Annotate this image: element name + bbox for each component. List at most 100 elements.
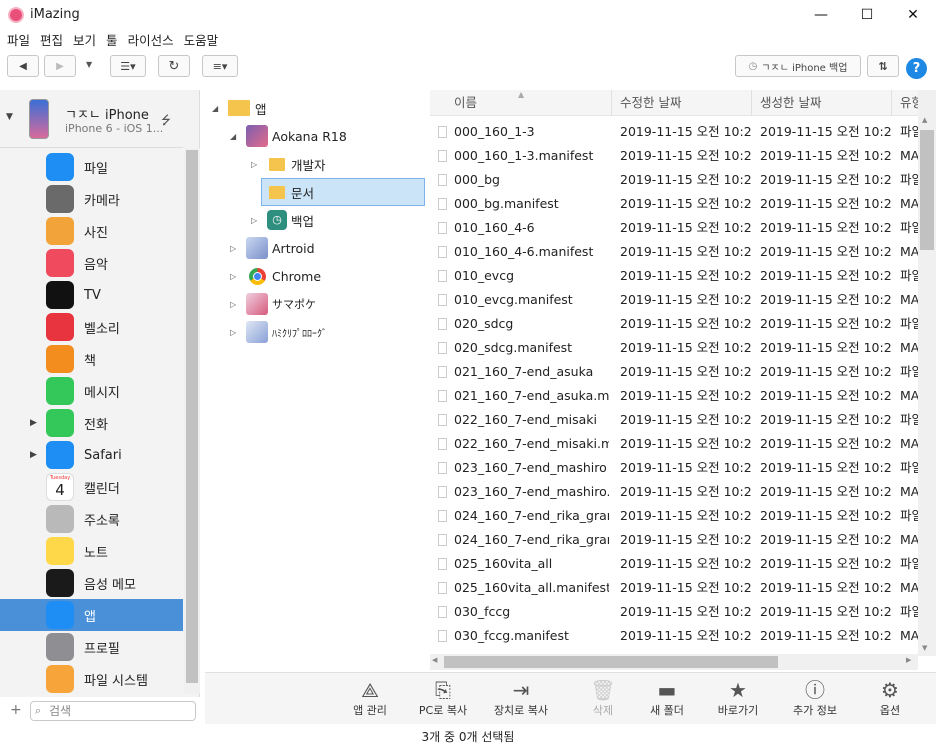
file-row[interactable]: 020_sdcg.manifest 2019-11-15 오전 10:2... 20… — [430, 336, 920, 360]
column-created[interactable]: 생성한 날짜 — [752, 90, 892, 116]
file-row[interactable]: 010_160_4-6 2019-11-15 오전 10:2... 2019-11-… — [430, 216, 920, 240]
tree-node-developer[interactable]: ▷ 개발자 — [205, 152, 430, 176]
vertical-scroll-thumb[interactable] — [920, 130, 934, 250]
file-row[interactable]: 020_sdcg 2019-11-15 오전 10:2... 2019-11-15 … — [430, 312, 920, 336]
file-row[interactable]: 025_160vita_all 2019-11-15 오전 10:2... 2019… — [430, 552, 920, 576]
menu-tools[interactable]: 툴 — [101, 30, 123, 52]
expand-caret-icon[interactable]: ▷ — [251, 160, 257, 169]
expand-caret-icon[interactable]: ▷ — [230, 300, 236, 309]
file-row[interactable]: 021_160_7-end_asuka 2019-11-15 오전 10:2...… — [430, 360, 920, 384]
refresh-button[interactable]: ↻ — [158, 55, 190, 77]
sidebar-item[interactable]: 음악 — [0, 247, 183, 279]
expand-caret-icon[interactable]: ▷ — [251, 216, 257, 225]
tree-node-apps-root[interactable]: ◢ 앱 — [205, 96, 430, 120]
file-row[interactable]: 024_160_7-end_rika_grand... 2019-11-15 오전… — [430, 528, 920, 552]
new-folder-button[interactable]: ▬ 새 폴더 — [632, 676, 702, 718]
file-row[interactable]: 000_bg 2019-11-15 오전 10:2... 2019-11-15 오전… — [430, 168, 920, 192]
collapse-caret-icon[interactable]: ◢ — [230, 132, 236, 141]
sidebar-item[interactable]: ▶ Safari — [0, 439, 183, 471]
gear-button[interactable]: ⚙ 옵션 — [855, 676, 925, 718]
file-row[interactable]: 030_fccg.manifest 2019-11-15 오전 10:2... 20… — [430, 624, 920, 648]
sidebar-item[interactable]: 사진 — [0, 215, 183, 247]
forward-button[interactable]: ▶ — [44, 55, 76, 77]
menu-help[interactable]: 도움말 — [179, 30, 224, 52]
file-row[interactable]: 023_160_7-end_mashiro.m... 2019-11-15 오전 … — [430, 480, 920, 504]
file-row[interactable]: 000_160_1-3.manifest 2019-11-15 오전 10:2..… — [430, 144, 920, 168]
back-button[interactable]: ◀ — [7, 55, 39, 77]
tree-node-summer-pockets[interactable]: ▷ サマポケ — [205, 292, 430, 316]
add-icon[interactable]: + — [10, 702, 22, 718]
history-dropdown-icon[interactable]: ▼ — [86, 60, 92, 69]
file-row[interactable]: 000_bg.manifest 2019-11-15 오전 10:2... 2019… — [430, 192, 920, 216]
sidebar-item[interactable]: ▶ 전화 — [0, 407, 183, 439]
copy-to-pc-button[interactable]: ⎘ PC로 복사 — [408, 676, 478, 718]
scroll-left-icon[interactable]: ◀ — [432, 656, 437, 664]
tree-node-aokana[interactable]: ◢ Aokana R18 — [205, 124, 430, 148]
collapse-caret-icon[interactable]: ◢ — [212, 104, 218, 113]
info-button[interactable]: ⓘ 추가 정보 — [780, 676, 850, 718]
expand-caret-icon[interactable]: ▷ — [230, 244, 236, 253]
file-row[interactable]: 010_evcg 2019-11-15 오전 10:2... 2019-11-15 … — [430, 264, 920, 288]
app-manage-button[interactable]: ⟁ 앱 관리 — [335, 676, 405, 718]
file-row[interactable]: 010_160_4-6.manifest 2019-11-15 오전 10:2..… — [430, 240, 920, 264]
maximize-button[interactable]: ☐ — [844, 0, 890, 30]
sidebar-item[interactable]: 책 — [0, 343, 183, 375]
expand-caret-icon[interactable]: ▷ — [230, 272, 236, 281]
sidebar-item[interactable]: Tuesday 4 캘린더 — [0, 471, 183, 503]
file-icon — [438, 582, 447, 594]
file-row[interactable]: 000_160_1-3 2019-11-15 오전 10:2... 2019-11-… — [430, 120, 920, 144]
tree-node-backup[interactable]: ▷ ◷ 백업 — [205, 208, 430, 232]
file-row[interactable]: 025_160vita_all.manifest 2019-11-15 오전 10… — [430, 576, 920, 600]
expand-caret-icon[interactable]: ▶ — [30, 418, 37, 428]
sidebar-item[interactable]: 노트 — [0, 535, 183, 567]
file-row[interactable]: 022_160_7-end_misaki 2019-11-15 오전 10:2..… — [430, 408, 920, 432]
help-button[interactable]: ? — [906, 58, 927, 79]
sidebar-item[interactable]: 파일 — [0, 151, 183, 183]
scroll-down-icon[interactable]: ▼ — [922, 644, 927, 652]
expand-caret-icon[interactable]: ▶ — [30, 450, 37, 460]
view-mode-button[interactable]: ☰▾ — [110, 55, 146, 77]
tree-node-artroid[interactable]: ▷ Artroid — [205, 236, 430, 260]
sidebar-item[interactable]: 벨소리 — [0, 311, 183, 343]
menu-license[interactable]: 라이선스 — [123, 30, 179, 52]
tree-node-chrome[interactable]: ▷ Chrome — [205, 264, 430, 288]
menu-view[interactable]: 보기 — [68, 30, 101, 52]
tree-node-hamikuri[interactable]: ▷ ﾊﾐｸﾘﾌﾟﾛﾛｰｸﾞ — [205, 320, 430, 344]
transfer-button[interactable]: ⇅ — [867, 55, 899, 77]
horizontal-scroll-thumb[interactable] — [444, 656, 778, 668]
sort-options-button[interactable]: ≡▾ — [202, 55, 238, 77]
scroll-up-icon[interactable]: ▲ — [922, 116, 927, 124]
file-row[interactable]: 010_evcg.manifest 2019-11-15 오전 10:2... 20… — [430, 288, 920, 312]
tree-node-documents[interactable]: 문서 — [261, 178, 425, 206]
file-row[interactable]: 024_160_7-end_rika_grand... 2019-11-15 오전… — [430, 504, 920, 528]
menu-edit[interactable]: 편집 — [35, 30, 68, 52]
column-type[interactable]: 유형 — [892, 90, 920, 116]
search-input[interactable]: ⌕ 검색 — [30, 701, 196, 721]
file-row[interactable]: 030_fccg 2019-11-15 오전 10:2... 2019-11-15 … — [430, 600, 920, 624]
close-button[interactable]: ✕ — [890, 0, 936, 30]
device-expand-caret-icon[interactable]: ▼ — [6, 112, 13, 122]
sidebar-item[interactable]: 프로필 — [0, 631, 183, 663]
column-name[interactable]: 이름 ▲ — [430, 90, 612, 116]
expand-caret-icon[interactable]: ▷ — [230, 328, 236, 337]
sidebar-scroll-thumb[interactable] — [186, 150, 198, 683]
sidebar-item[interactable]: 메시지 — [0, 375, 183, 407]
backup-button[interactable]: ◷ ㄱㅈㄴ iPhone 백업 — [735, 55, 861, 77]
menu-file[interactable]: 파일 — [2, 30, 35, 52]
file-row[interactable]: 023_160_7-end_mashiro 2019-11-15 오전 10:2.… — [430, 456, 920, 480]
file-name: 000_bg.manifest — [454, 196, 559, 211]
file-row[interactable]: 022_160_7-end_misaki.ma... 2019-11-15 오전 … — [430, 432, 920, 456]
star-button[interactable]: ★ 바로가기 — [703, 676, 773, 718]
device-item[interactable]: ▼ ㄱㅈㄴ iPhone iPhone 6 - iOS 1... ⭍ — [0, 93, 183, 147]
scroll-right-icon[interactable]: ▶ — [906, 656, 911, 664]
sidebar-item[interactable]: TV — [0, 279, 183, 311]
sidebar-item[interactable]: 앱 — [0, 599, 183, 631]
copy-to-device-button[interactable]: ⇥ 장치로 복사 — [486, 676, 556, 718]
minimize-button[interactable]: — — [798, 0, 844, 30]
sidebar-item[interactable]: 음성 메모 — [0, 567, 183, 599]
sidebar-item[interactable]: 파일 시스템 — [0, 663, 183, 695]
sidebar-item[interactable]: 카메라 — [0, 183, 183, 215]
column-modified[interactable]: 수정한 날짜 — [612, 90, 752, 116]
file-row[interactable]: 021_160_7-end_asuka.ma... 2019-11-15 오전 1… — [430, 384, 920, 408]
sidebar-item[interactable]: 주소록 — [0, 503, 183, 535]
